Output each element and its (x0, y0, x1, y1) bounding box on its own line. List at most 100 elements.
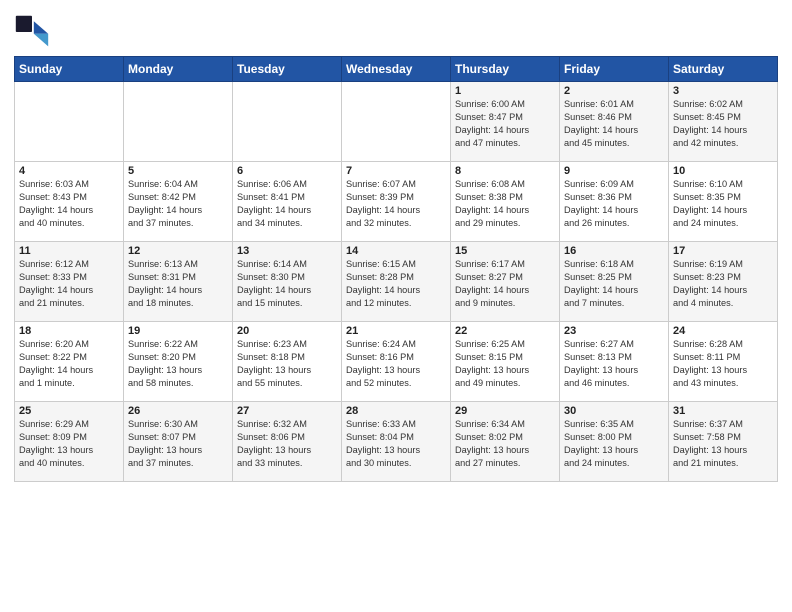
day-number: 30 (564, 405, 664, 417)
day-number: 4 (19, 165, 119, 177)
calendar-week-row: 25Sunrise: 6:29 AM Sunset: 8:09 PM Dayli… (15, 402, 778, 482)
day-number: 9 (564, 165, 664, 177)
logo-icon (14, 14, 50, 50)
header (14, 10, 778, 50)
day-info: Sunrise: 6:08 AM Sunset: 8:38 PM Dayligh… (455, 178, 555, 230)
day-info: Sunrise: 6:09 AM Sunset: 8:36 PM Dayligh… (564, 178, 664, 230)
day-number: 14 (346, 245, 446, 257)
day-info: Sunrise: 6:20 AM Sunset: 8:22 PM Dayligh… (19, 338, 119, 390)
calendar-cell (342, 82, 451, 162)
calendar-cell (233, 82, 342, 162)
calendar-cell: 3Sunrise: 6:02 AM Sunset: 8:45 PM Daylig… (669, 82, 778, 162)
calendar-cell (124, 82, 233, 162)
day-info: Sunrise: 6:17 AM Sunset: 8:27 PM Dayligh… (455, 258, 555, 310)
day-info: Sunrise: 6:03 AM Sunset: 8:43 PM Dayligh… (19, 178, 119, 230)
calendar-cell: 16Sunrise: 6:18 AM Sunset: 8:25 PM Dayli… (560, 242, 669, 322)
calendar-cell (15, 82, 124, 162)
calendar-cell: 20Sunrise: 6:23 AM Sunset: 8:18 PM Dayli… (233, 322, 342, 402)
day-info: Sunrise: 6:37 AM Sunset: 7:58 PM Dayligh… (673, 418, 773, 470)
calendar-cell: 13Sunrise: 6:14 AM Sunset: 8:30 PM Dayli… (233, 242, 342, 322)
day-info: Sunrise: 6:14 AM Sunset: 8:30 PM Dayligh… (237, 258, 337, 310)
calendar-cell: 14Sunrise: 6:15 AM Sunset: 8:28 PM Dayli… (342, 242, 451, 322)
calendar-cell: 29Sunrise: 6:34 AM Sunset: 8:02 PM Dayli… (451, 402, 560, 482)
weekday-header: Friday (560, 57, 669, 82)
calendar-cell: 9Sunrise: 6:09 AM Sunset: 8:36 PM Daylig… (560, 162, 669, 242)
day-number: 8 (455, 165, 555, 177)
calendar-cell: 25Sunrise: 6:29 AM Sunset: 8:09 PM Dayli… (15, 402, 124, 482)
day-info: Sunrise: 6:07 AM Sunset: 8:39 PM Dayligh… (346, 178, 446, 230)
weekday-header: Monday (124, 57, 233, 82)
day-number: 11 (19, 245, 119, 257)
calendar-header-row: SundayMondayTuesdayWednesdayThursdayFrid… (15, 57, 778, 82)
calendar-cell: 8Sunrise: 6:08 AM Sunset: 8:38 PM Daylig… (451, 162, 560, 242)
day-info: Sunrise: 6:22 AM Sunset: 8:20 PM Dayligh… (128, 338, 228, 390)
calendar-cell: 10Sunrise: 6:10 AM Sunset: 8:35 PM Dayli… (669, 162, 778, 242)
calendar-cell: 1Sunrise: 6:00 AM Sunset: 8:47 PM Daylig… (451, 82, 560, 162)
calendar-cell: 31Sunrise: 6:37 AM Sunset: 7:58 PM Dayli… (669, 402, 778, 482)
calendar-cell: 21Sunrise: 6:24 AM Sunset: 8:16 PM Dayli… (342, 322, 451, 402)
weekday-header: Thursday (451, 57, 560, 82)
day-number: 18 (19, 325, 119, 337)
day-info: Sunrise: 6:23 AM Sunset: 8:18 PM Dayligh… (237, 338, 337, 390)
day-info: Sunrise: 6:33 AM Sunset: 8:04 PM Dayligh… (346, 418, 446, 470)
day-info: Sunrise: 6:24 AM Sunset: 8:16 PM Dayligh… (346, 338, 446, 390)
day-number: 1 (455, 85, 555, 97)
day-number: 24 (673, 325, 773, 337)
day-number: 10 (673, 165, 773, 177)
day-number: 2 (564, 85, 664, 97)
calendar-cell: 23Sunrise: 6:27 AM Sunset: 8:13 PM Dayli… (560, 322, 669, 402)
day-number: 3 (673, 85, 773, 97)
day-number: 21 (346, 325, 446, 337)
calendar-cell: 19Sunrise: 6:22 AM Sunset: 8:20 PM Dayli… (124, 322, 233, 402)
day-info: Sunrise: 6:27 AM Sunset: 8:13 PM Dayligh… (564, 338, 664, 390)
day-info: Sunrise: 6:35 AM Sunset: 8:00 PM Dayligh… (564, 418, 664, 470)
day-number: 19 (128, 325, 228, 337)
weekday-header: Sunday (15, 57, 124, 82)
day-info: Sunrise: 6:34 AM Sunset: 8:02 PM Dayligh… (455, 418, 555, 470)
day-number: 6 (237, 165, 337, 177)
day-info: Sunrise: 6:02 AM Sunset: 8:45 PM Dayligh… (673, 98, 773, 150)
day-info: Sunrise: 6:13 AM Sunset: 8:31 PM Dayligh… (128, 258, 228, 310)
calendar-cell: 17Sunrise: 6:19 AM Sunset: 8:23 PM Dayli… (669, 242, 778, 322)
day-number: 16 (564, 245, 664, 257)
calendar-cell: 2Sunrise: 6:01 AM Sunset: 8:46 PM Daylig… (560, 82, 669, 162)
day-number: 29 (455, 405, 555, 417)
day-info: Sunrise: 6:19 AM Sunset: 8:23 PM Dayligh… (673, 258, 773, 310)
calendar-week-row: 4Sunrise: 6:03 AM Sunset: 8:43 PM Daylig… (15, 162, 778, 242)
calendar-cell: 30Sunrise: 6:35 AM Sunset: 8:00 PM Dayli… (560, 402, 669, 482)
day-number: 12 (128, 245, 228, 257)
day-info: Sunrise: 6:29 AM Sunset: 8:09 PM Dayligh… (19, 418, 119, 470)
day-number: 22 (455, 325, 555, 337)
calendar-cell: 22Sunrise: 6:25 AM Sunset: 8:15 PM Dayli… (451, 322, 560, 402)
calendar-cell: 24Sunrise: 6:28 AM Sunset: 8:11 PM Dayli… (669, 322, 778, 402)
day-number: 28 (346, 405, 446, 417)
calendar-cell: 18Sunrise: 6:20 AM Sunset: 8:22 PM Dayli… (15, 322, 124, 402)
day-info: Sunrise: 6:15 AM Sunset: 8:28 PM Dayligh… (346, 258, 446, 310)
weekday-header: Wednesday (342, 57, 451, 82)
day-number: 25 (19, 405, 119, 417)
day-number: 26 (128, 405, 228, 417)
day-info: Sunrise: 6:06 AM Sunset: 8:41 PM Dayligh… (237, 178, 337, 230)
weekday-header: Saturday (669, 57, 778, 82)
weekday-header: Tuesday (233, 57, 342, 82)
calendar-cell: 28Sunrise: 6:33 AM Sunset: 8:04 PM Dayli… (342, 402, 451, 482)
day-info: Sunrise: 6:10 AM Sunset: 8:35 PM Dayligh… (673, 178, 773, 230)
calendar-cell: 27Sunrise: 6:32 AM Sunset: 8:06 PM Dayli… (233, 402, 342, 482)
calendar-cell: 15Sunrise: 6:17 AM Sunset: 8:27 PM Dayli… (451, 242, 560, 322)
day-info: Sunrise: 6:00 AM Sunset: 8:47 PM Dayligh… (455, 98, 555, 150)
calendar-cell: 7Sunrise: 6:07 AM Sunset: 8:39 PM Daylig… (342, 162, 451, 242)
day-info: Sunrise: 6:28 AM Sunset: 8:11 PM Dayligh… (673, 338, 773, 390)
day-number: 23 (564, 325, 664, 337)
day-info: Sunrise: 6:12 AM Sunset: 8:33 PM Dayligh… (19, 258, 119, 310)
calendar-cell: 11Sunrise: 6:12 AM Sunset: 8:33 PM Dayli… (15, 242, 124, 322)
calendar-cell: 4Sunrise: 6:03 AM Sunset: 8:43 PM Daylig… (15, 162, 124, 242)
day-number: 15 (455, 245, 555, 257)
calendar-week-row: 1Sunrise: 6:00 AM Sunset: 8:47 PM Daylig… (15, 82, 778, 162)
day-info: Sunrise: 6:25 AM Sunset: 8:15 PM Dayligh… (455, 338, 555, 390)
day-info: Sunrise: 6:30 AM Sunset: 8:07 PM Dayligh… (128, 418, 228, 470)
calendar-week-row: 11Sunrise: 6:12 AM Sunset: 8:33 PM Dayli… (15, 242, 778, 322)
day-info: Sunrise: 6:18 AM Sunset: 8:25 PM Dayligh… (564, 258, 664, 310)
day-number: 27 (237, 405, 337, 417)
calendar-cell: 12Sunrise: 6:13 AM Sunset: 8:31 PM Dayli… (124, 242, 233, 322)
day-number: 17 (673, 245, 773, 257)
